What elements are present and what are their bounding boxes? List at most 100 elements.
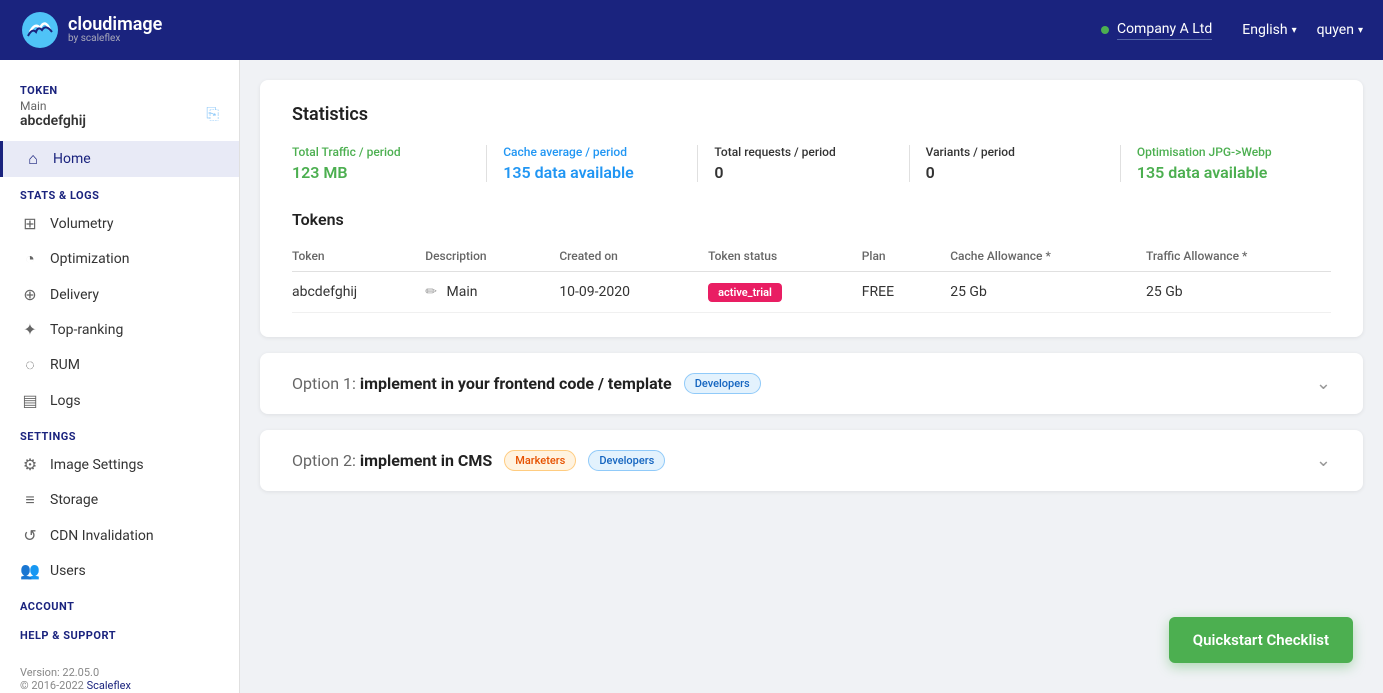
sidebar-item-logs[interactable]: ▤ Logs	[0, 383, 239, 418]
cdn-icon: ↺	[20, 526, 40, 545]
sidebar-item-optimization[interactable]: ◔ Optimization	[0, 241, 239, 277]
option-2-badge-developers: Developers	[588, 450, 665, 471]
status-badge: active_trial	[708, 283, 782, 302]
copy-icon[interactable]: ⎘	[206, 104, 219, 124]
sidebar-item-top-ranking[interactable]: ✦ Top-ranking	[0, 312, 239, 347]
option-1-card[interactable]: Option 1: implement in your frontend cod…	[260, 353, 1363, 414]
sidebar-label-top-ranking: Top-ranking	[50, 322, 123, 338]
help-section-label: HELP & SUPPORT	[0, 617, 239, 646]
option-1-title-strong: implement in your frontend code / templa…	[360, 374, 672, 393]
sidebar-footer: Version: 22.05.0 © 2016-2022 Scaleflex	[0, 646, 239, 693]
col-created-on: Created on	[547, 241, 696, 272]
edit-icon[interactable]: ✏	[425, 284, 437, 300]
stat-cache-average: Cache average / period 135 data availabl…	[487, 145, 698, 182]
stat-total-requests: Total requests / period 0	[698, 145, 909, 182]
option-1-title: Option 1: implement in your frontend cod…	[292, 374, 672, 393]
user-name: quyen	[1317, 22, 1354, 38]
users-icon: 👥	[20, 561, 40, 580]
statistics-card: Statistics Total Traffic / period 123 MB…	[260, 80, 1363, 337]
stat-label-1: Cache average / period	[503, 145, 681, 159]
version-text: Version: 22.05.0	[20, 666, 219, 679]
stat-total-traffic: Total Traffic / period 123 MB	[292, 145, 487, 182]
scaleflex-link[interactable]: Scaleflex	[87, 679, 131, 692]
option-2-chevron-icon: ⌄	[1316, 450, 1331, 471]
sidebar-item-delivery[interactable]: ⊕ Delivery	[0, 277, 239, 312]
main-content: Statistics Total Traffic / period 123 MB…	[240, 60, 1383, 693]
stats-grid: Total Traffic / period 123 MB Cache aver…	[292, 145, 1331, 182]
rum-icon: ◌	[20, 355, 40, 375]
sidebar-item-home[interactable]: ⌂ Home	[0, 141, 239, 177]
option-1-chevron-icon: ⌄	[1316, 373, 1331, 394]
optimization-icon: ◔	[20, 249, 40, 269]
sidebar-item-rum[interactable]: ◌ RUM	[0, 347, 239, 383]
account-section-label: ACCOUNT	[0, 588, 239, 617]
company-selector[interactable]: Company A Ltd	[1101, 21, 1212, 40]
statistics-title: Statistics	[292, 104, 1331, 125]
sidebar-label-users: Users	[50, 563, 86, 579]
option-2-left: Option 2: implement in CMS Marketers Dev…	[292, 450, 665, 471]
stat-label-3: Variants / period	[926, 145, 1104, 159]
table-row: abcdefghij ✏ Main 10-09-2020 active_tria…	[292, 272, 1331, 313]
col-status: Token status	[696, 241, 850, 272]
stat-value-4: 135 data available	[1137, 163, 1315, 182]
option-2-badge-marketers: Marketers	[504, 450, 576, 471]
token-section-label: TOKEN	[20, 84, 219, 97]
stat-value-3: 0	[926, 163, 1104, 182]
user-chevron-icon: ▾	[1358, 25, 1363, 36]
sidebar-label-delivery: Delivery	[50, 287, 99, 303]
logo-text-main: cloudimage	[68, 16, 162, 34]
option-2-card[interactable]: Option 2: implement in CMS Marketers Dev…	[260, 430, 1363, 491]
logo: cloudimage by scaleflex	[20, 10, 162, 50]
sidebar-item-cdn-invalidation[interactable]: ↺ CDN Invalidation	[0, 518, 239, 553]
sidebar-label-volumetry: Volumetry	[50, 216, 113, 232]
option-1-left: Option 1: implement in your frontend cod…	[292, 373, 761, 394]
lang-chevron-icon: ▾	[1292, 25, 1297, 36]
stat-label-2: Total requests / period	[714, 145, 892, 159]
language-label: English	[1242, 22, 1287, 38]
col-traffic-allowance: Traffic Allowance *	[1134, 241, 1331, 272]
option-2-title: Option 2: implement in CMS	[292, 451, 492, 470]
cell-created-on: 10-09-2020	[547, 272, 696, 313]
sidebar-item-storage[interactable]: ≡ Storage	[0, 482, 239, 518]
cell-description: ✏ Main	[413, 272, 547, 313]
token-value: abcdefghij	[20, 113, 86, 129]
stat-label-4: Optimisation JPG->Webp	[1137, 145, 1315, 159]
sidebar-item-image-settings[interactable]: ⚙ Image Settings	[0, 447, 239, 482]
sidebar-label-optimization: Optimization	[50, 251, 129, 267]
sidebar-label-rum: RUM	[50, 357, 80, 373]
col-cache-allowance: Cache Allowance *	[938, 241, 1134, 272]
sidebar-label-home: Home	[53, 151, 91, 167]
cell-description-text: Main	[446, 284, 477, 300]
home-icon: ⌂	[23, 149, 43, 169]
table-header-row: Token Description Created on Token statu…	[292, 241, 1331, 272]
cell-traffic-allowance: 25 Gb	[1134, 272, 1331, 313]
top-ranking-icon: ✦	[20, 320, 40, 339]
user-menu[interactable]: quyen ▾	[1317, 22, 1363, 38]
sidebar-label-image-settings: Image Settings	[50, 457, 144, 473]
stat-value-2: 0	[714, 163, 892, 182]
stat-value-0: 123 MB	[292, 163, 470, 182]
cell-token: abcdefghij	[292, 272, 413, 313]
language-selector[interactable]: English ▾	[1242, 22, 1296, 38]
cell-plan: FREE	[850, 272, 938, 313]
volumetry-icon: ⊞	[20, 214, 40, 233]
token-sub-label: Main	[20, 99, 86, 113]
quickstart-checklist-button[interactable]: Quickstart Checklist	[1169, 617, 1353, 663]
sidebar-item-volumetry[interactable]: ⊞ Volumetry	[0, 206, 239, 241]
sidebar-label-storage: Storage	[50, 492, 98, 508]
logo-text-sub: by scaleflex	[68, 34, 162, 44]
option-1-badge-developers: Developers	[684, 373, 761, 394]
delivery-icon: ⊕	[20, 285, 40, 304]
stat-value-1: 135 data available	[503, 163, 681, 182]
sidebar-item-users[interactable]: 👥 Users	[0, 553, 239, 588]
stat-optimisation: Optimisation JPG->Webp 135 data availabl…	[1121, 145, 1331, 182]
storage-icon: ≡	[20, 490, 40, 510]
cell-status: active_trial	[696, 272, 850, 313]
option-2-title-strong: implement in CMS	[360, 451, 492, 470]
company-name: Company A Ltd	[1117, 21, 1212, 40]
col-token: Token	[292, 241, 413, 272]
copyright-text: © 2016-2022 Scaleflex	[20, 679, 219, 692]
stat-label-0: Total Traffic / period	[292, 145, 470, 159]
logs-icon: ▤	[20, 391, 40, 410]
header: cloudimage by scaleflex Company A Ltd En…	[0, 0, 1383, 60]
